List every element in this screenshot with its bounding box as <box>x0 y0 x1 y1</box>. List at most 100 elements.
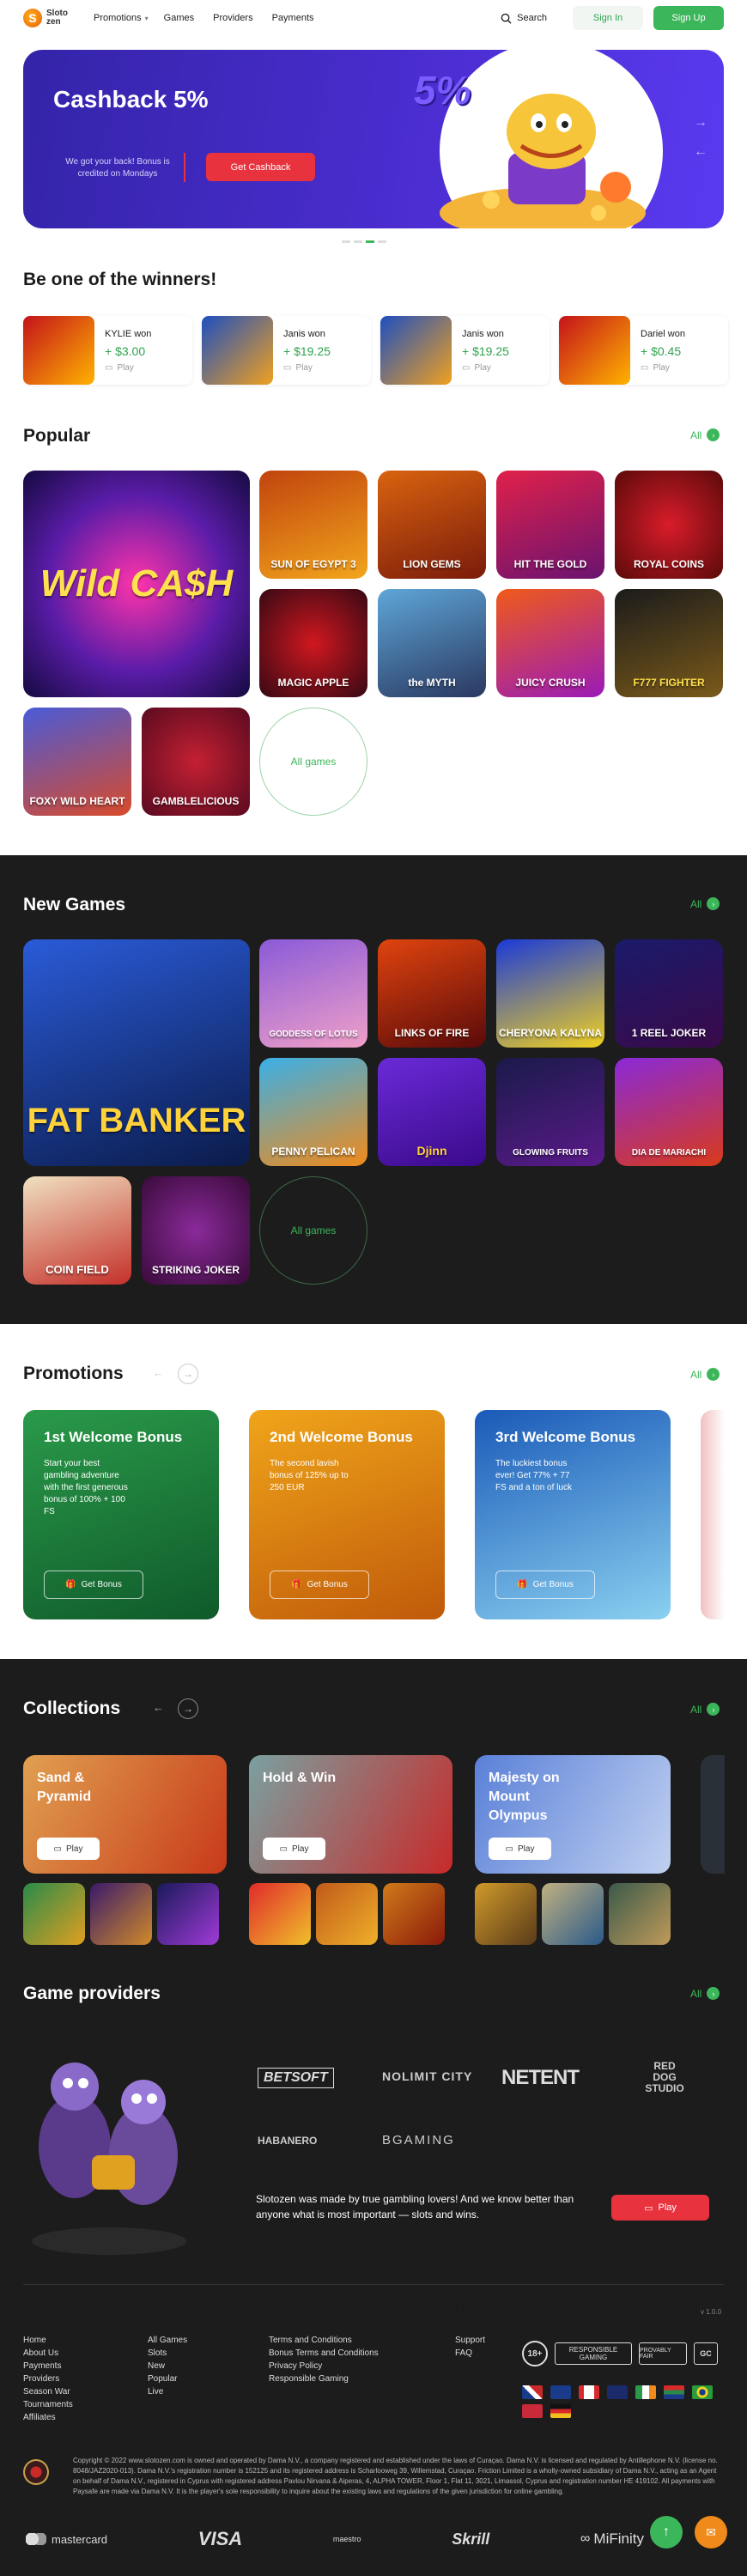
flag-au-icon[interactable] <box>550 2385 571 2399</box>
winner-play-link[interactable]: ▭ Play <box>283 363 331 373</box>
scroll-top-button[interactable]: ↑ <box>650 2516 683 2549</box>
winner-play-link[interactable]: ▭ Play <box>641 363 685 373</box>
game-tile[interactable]: 1 REEL JOKER <box>615 939 723 1048</box>
pagination-dot[interactable] <box>378 240 386 243</box>
promotions-all-link[interactable]: All › <box>690 1368 720 1381</box>
flag-ie-icon[interactable] <box>635 2385 656 2399</box>
flag-br-icon[interactable] <box>692 2385 713 2399</box>
game-thumbnail[interactable] <box>609 1883 671 1945</box>
collection-card[interactable]: Sand & Pyramid ▭ Play <box>23 1755 227 1874</box>
nav-providers[interactable]: Providers <box>213 13 252 23</box>
game-thumbnail[interactable] <box>157 1883 219 1945</box>
game-tile[interactable]: LINKS OF FIRE <box>378 939 486 1048</box>
winner-card[interactable]: Dariel won + $0.45 ▭ Play <box>559 316 728 385</box>
footer-link[interactable]: Bonus Terms and Conditions <box>269 2347 379 2360</box>
search-button[interactable]: Search <box>501 13 547 24</box>
gc-license-badge[interactable]: GC <box>694 2342 718 2365</box>
game-tile-featured[interactable]: Wild CA$H <box>23 471 250 697</box>
footer-link[interactable]: Popular <box>148 2372 197 2385</box>
game-tile[interactable]: GAMBLELICIOUS <box>142 708 250 816</box>
game-thumbnail[interactable] <box>383 1883 445 1945</box>
game-tile[interactable]: GODDESS OF LOTUS <box>259 939 367 1048</box>
chat-button[interactable]: ✉ <box>695 2516 727 2549</box>
game-tile[interactable]: MAGIC APPLE <box>259 589 367 697</box>
responsible-gaming-badge[interactable]: RESPONSIBLE GAMING <box>555 2342 632 2365</box>
collection-card-partial[interactable] <box>701 1755 725 1874</box>
game-thumbnail[interactable] <box>90 1883 152 1945</box>
game-tile[interactable]: HIT THE GOLD <box>496 471 604 579</box>
chevron-down-icon[interactable]: ▾ <box>145 15 149 22</box>
winner-card[interactable]: Janis won + $19.25 ▭ Play <box>202 316 371 385</box>
game-tile[interactable]: the MYTH <box>378 589 486 697</box>
sign-up-button[interactable]: Sign Up <box>653 6 724 30</box>
flag-za-icon[interactable] <box>664 2385 684 2399</box>
game-tile[interactable]: F777 FIGHTER <box>615 589 723 697</box>
game-tile[interactable]: DIA DE MARIACHI <box>615 1058 723 1166</box>
collections-prev-icon[interactable]: ← <box>153 1701 164 1714</box>
collection-card[interactable]: Hold & Win ▭ Play <box>249 1755 452 1874</box>
winner-play-link[interactable]: ▭ Play <box>462 363 509 373</box>
get-cashback-button[interactable]: Get Cashback <box>206 153 315 181</box>
sign-in-button[interactable]: Sign In <box>573 6 643 30</box>
get-bonus-button[interactable]: 🎁 Get Bonus <box>270 1571 369 1599</box>
game-tile[interactable]: PENNY PELICAN <box>259 1058 367 1166</box>
winner-play-link[interactable]: ▭ Play <box>105 363 151 373</box>
flag-uk-icon[interactable] <box>522 2385 543 2399</box>
promotions-next-icon[interactable]: → <box>178 1364 198 1384</box>
nav-payments[interactable]: Payments <box>272 13 314 23</box>
provider-logo-bgaming[interactable]: BGAMING <box>382 2133 455 2148</box>
popular-all-link[interactable]: All › <box>690 428 720 441</box>
logo[interactable]: S Sloto zen <box>23 9 68 27</box>
promotions-prev-icon[interactable]: ← <box>153 1366 164 1379</box>
promo-card[interactable]: 3rd Welcome Bonus The luckiest bonus ever… <box>475 1410 671 1619</box>
footer-link[interactable]: About Us <box>23 2347 73 2360</box>
provider-logo-habanero[interactable]: HABANERO <box>258 2135 317 2147</box>
footer-link[interactable]: Support <box>455 2334 487 2347</box>
all-games-button[interactable]: All games <box>259 1176 367 1285</box>
game-thumbnail[interactable] <box>249 1883 311 1945</box>
collections-next-icon[interactable]: → <box>178 1698 198 1719</box>
promo-card[interactable]: 2nd Welcome Bonus The second lavish bonus… <box>249 1410 445 1619</box>
footer-link[interactable]: Providers <box>23 2372 73 2385</box>
footer-link[interactable]: Season War <box>23 2385 73 2398</box>
get-bonus-button[interactable]: 🎁 Get Bonus <box>495 1571 595 1599</box>
collections-all-link[interactable]: All › <box>690 1703 720 1716</box>
flag-de-icon[interactable] <box>550 2404 571 2418</box>
game-thumbnail[interactable] <box>23 1883 85 1945</box>
footer-link[interactable]: FAQ <box>455 2347 487 2360</box>
game-tile-featured[interactable]: FAT BANKER <box>23 939 250 1166</box>
game-tile[interactable]: ROYAL COINS <box>615 471 723 579</box>
game-thumbnail[interactable] <box>475 1883 537 1945</box>
game-tile[interactable]: COIN FIELD <box>23 1176 131 1285</box>
footer-link[interactable]: Slots <box>148 2347 197 2360</box>
footer-link[interactable]: Live <box>148 2385 197 2398</box>
provably-fair-badge[interactable]: PROVABLY FAIR <box>639 2342 687 2365</box>
pagination-dot[interactable] <box>354 240 362 243</box>
footer-link[interactable]: Responsible Gaming <box>269 2372 379 2385</box>
license-seal-icon[interactable] <box>23 2459 49 2485</box>
footer-link[interactable]: All Games <box>148 2334 197 2347</box>
providers-play-button[interactable]: ▭ Play <box>611 2195 709 2221</box>
nav-games[interactable]: Games <box>164 13 194 23</box>
footer-link[interactable]: Terms and Conditions <box>269 2334 379 2347</box>
footer-link[interactable]: Privacy Policy <box>269 2360 379 2372</box>
game-tile[interactable]: Djinn <box>378 1058 486 1166</box>
collection-card[interactable]: Majesty on Mount Olympus ▭ Play <box>475 1755 671 1874</box>
all-games-button[interactable]: All games <box>259 708 367 816</box>
game-tile[interactable]: SUN OF EGYPT 3 <box>259 471 367 579</box>
game-tile[interactable]: CHERYONA KALYNA <box>496 939 604 1048</box>
get-bonus-button[interactable]: 🎁 Get Bonus <box>44 1571 143 1599</box>
footer-link[interactable]: Home <box>23 2334 73 2347</box>
game-thumbnail[interactable] <box>316 1883 378 1945</box>
provider-logo-reddog[interactable]: RED DOG STUDIO <box>642 2061 687 2094</box>
game-tile[interactable]: FOXY WILD HEART <box>23 708 131 816</box>
collection-play-button[interactable]: ▭ Play <box>489 1838 551 1860</box>
footer-link[interactable]: Tournaments <box>23 2398 73 2411</box>
pagination-dot[interactable] <box>342 240 350 243</box>
footer-link[interactable]: Affiliates <box>23 2411 73 2424</box>
providers-all-link[interactable]: All › <box>690 1987 720 2000</box>
game-thumbnail[interactable] <box>542 1883 604 1945</box>
collection-play-button[interactable]: ▭ Play <box>37 1838 100 1860</box>
provider-logo-betsoft[interactable]: BETSOFT <box>258 2068 334 2088</box>
promo-card[interactable]: 1st Welcome Bonus Start your best gamblin… <box>23 1410 219 1619</box>
